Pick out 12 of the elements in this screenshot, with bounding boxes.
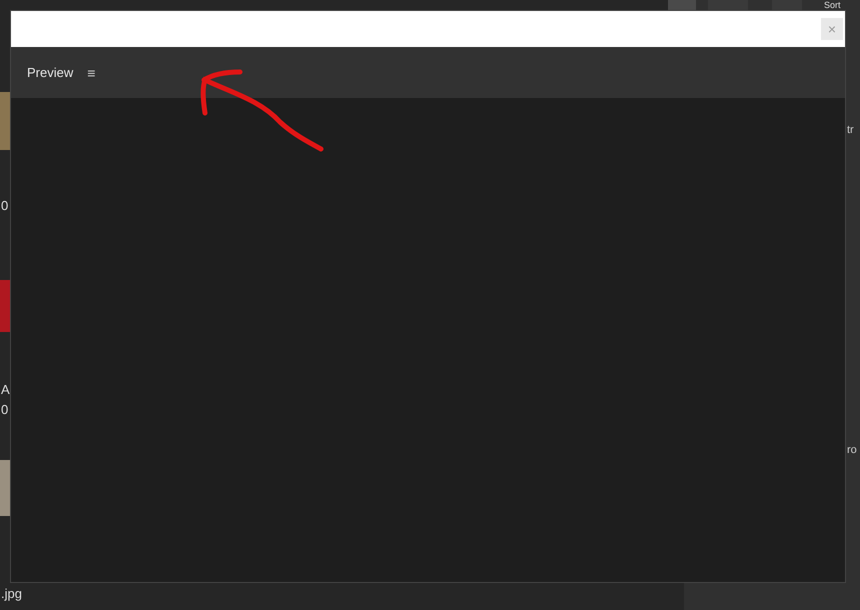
photo-placeholder bbox=[0, 92, 10, 150]
file-label: 0 bbox=[1, 401, 8, 419]
panel-label: ro bbox=[847, 443, 857, 458]
photo-placeholder bbox=[0, 460, 10, 516]
file-label: A bbox=[1, 381, 10, 399]
panel-label: tr bbox=[847, 123, 854, 138]
menu-button[interactable]: ≡ bbox=[87, 66, 96, 80]
sort-label[interactable]: Sort bbox=[824, 0, 841, 10]
file-label: 0 bbox=[1, 197, 8, 215]
photo-placeholder bbox=[0, 280, 10, 332]
preview-title: Preview bbox=[27, 64, 74, 82]
file-label: .jpg bbox=[1, 585, 22, 603]
